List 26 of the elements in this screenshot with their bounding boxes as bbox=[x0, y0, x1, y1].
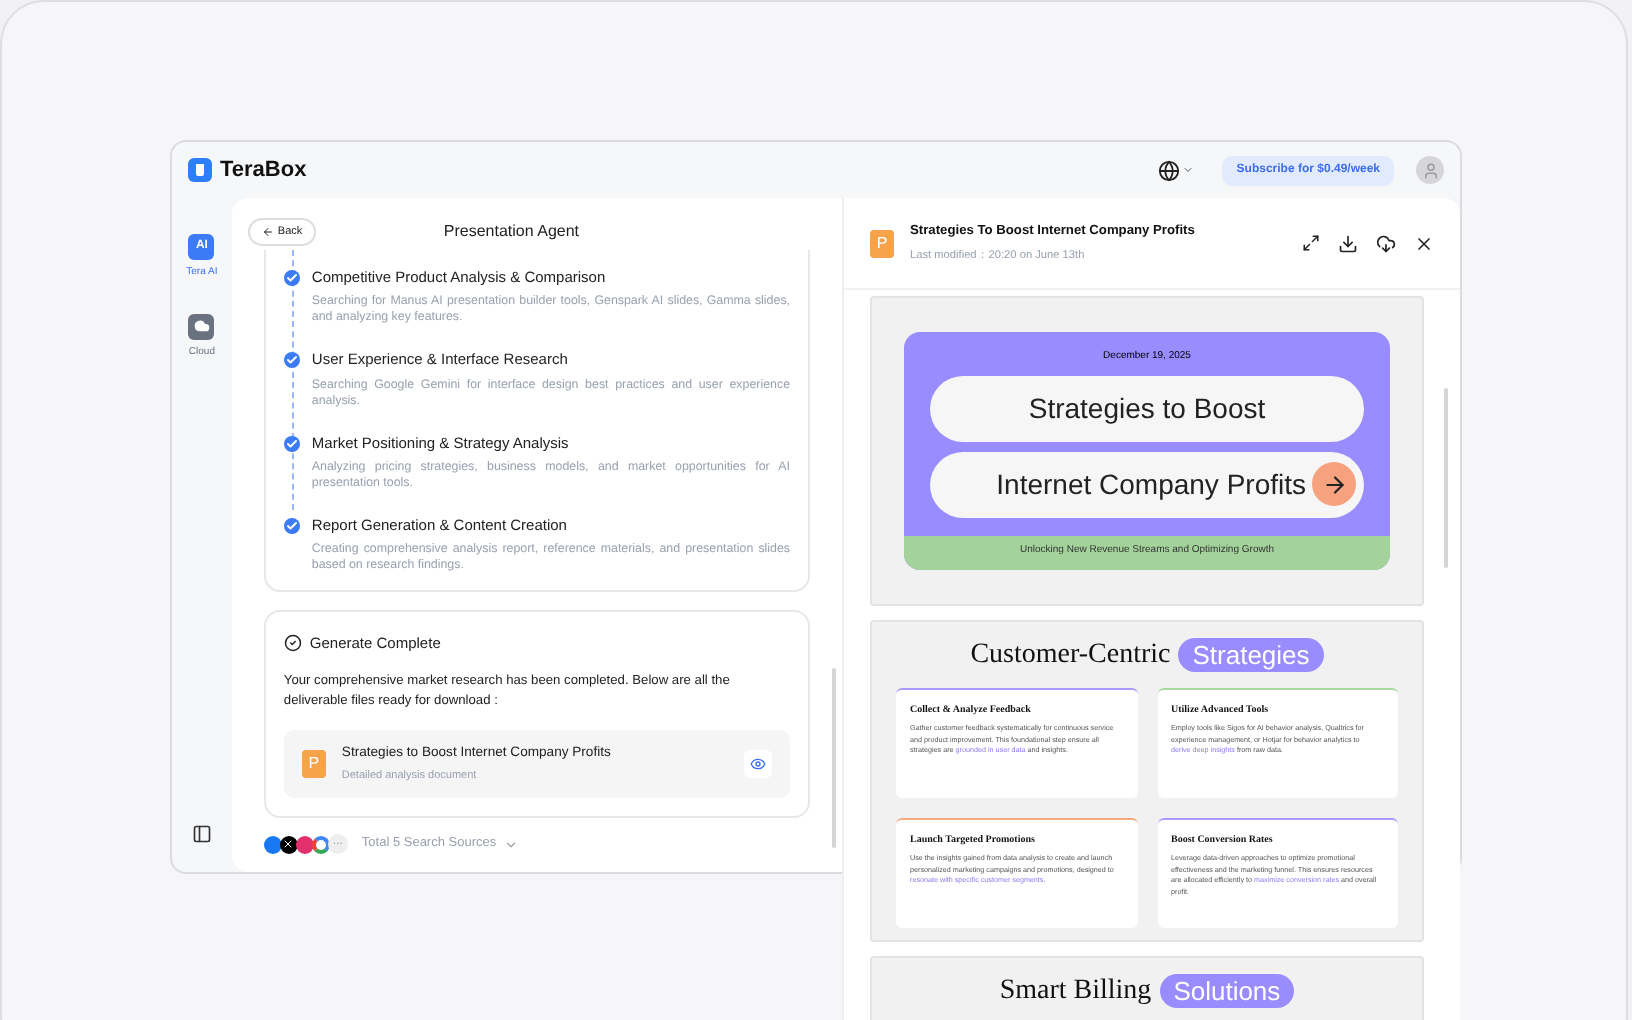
sidebar-toggle-icon[interactable] bbox=[191, 824, 212, 844]
cloud-download-icon[interactable] bbox=[1376, 233, 1396, 253]
slide-heading: Customer-Centric bbox=[970, 637, 1171, 673]
logo-icon bbox=[188, 158, 212, 182]
presentation-file-icon: P bbox=[870, 229, 895, 257]
arrow-left-icon bbox=[261, 226, 274, 238]
slide-heading: Smart Billing bbox=[999, 973, 1152, 1009]
cloud-icon bbox=[188, 313, 215, 339]
slide-heading-highlight: Solutions bbox=[1159, 973, 1295, 1007]
globe-icon[interactable] bbox=[1158, 159, 1181, 181]
maximize-icon[interactable] bbox=[1302, 234, 1320, 252]
slide-title-pill: Strategies to Boost bbox=[930, 375, 1364, 441]
facebook-icon bbox=[263, 835, 282, 854]
app-name: TeraBox bbox=[220, 155, 307, 186]
eye-icon[interactable] bbox=[744, 750, 773, 779]
download-icon[interactable] bbox=[1338, 233, 1358, 253]
instagram-icon bbox=[295, 835, 314, 854]
presentation-file-icon: P bbox=[301, 750, 326, 779]
slide-heading-highlight: Strategies bbox=[1178, 637, 1324, 671]
check-circle-icon bbox=[283, 634, 302, 653]
panel-title: Presentation Agent bbox=[443, 220, 580, 244]
x-icon bbox=[279, 835, 298, 854]
slide-title: Internet Company Profits bbox=[996, 465, 1306, 504]
chevron-down-icon[interactable] bbox=[504, 837, 519, 852]
avatar[interactable] bbox=[1416, 156, 1444, 184]
close-icon[interactable] bbox=[1414, 233, 1434, 253]
